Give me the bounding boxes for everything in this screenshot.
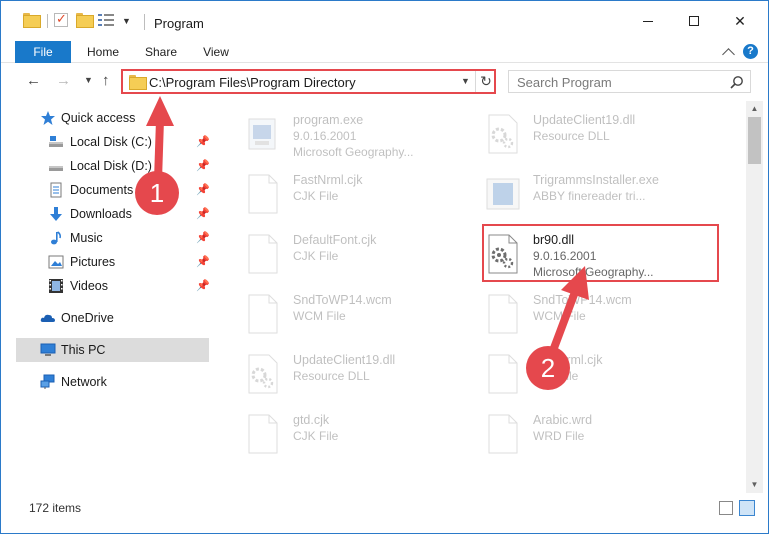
arrow-to-address-bar	[146, 96, 174, 181]
arrow-to-br90-dll	[547, 266, 589, 358]
step-1-badge: 1	[137, 173, 177, 213]
step-2-badge: 2	[528, 348, 568, 388]
annotation-arrows	[146, 96, 589, 358]
